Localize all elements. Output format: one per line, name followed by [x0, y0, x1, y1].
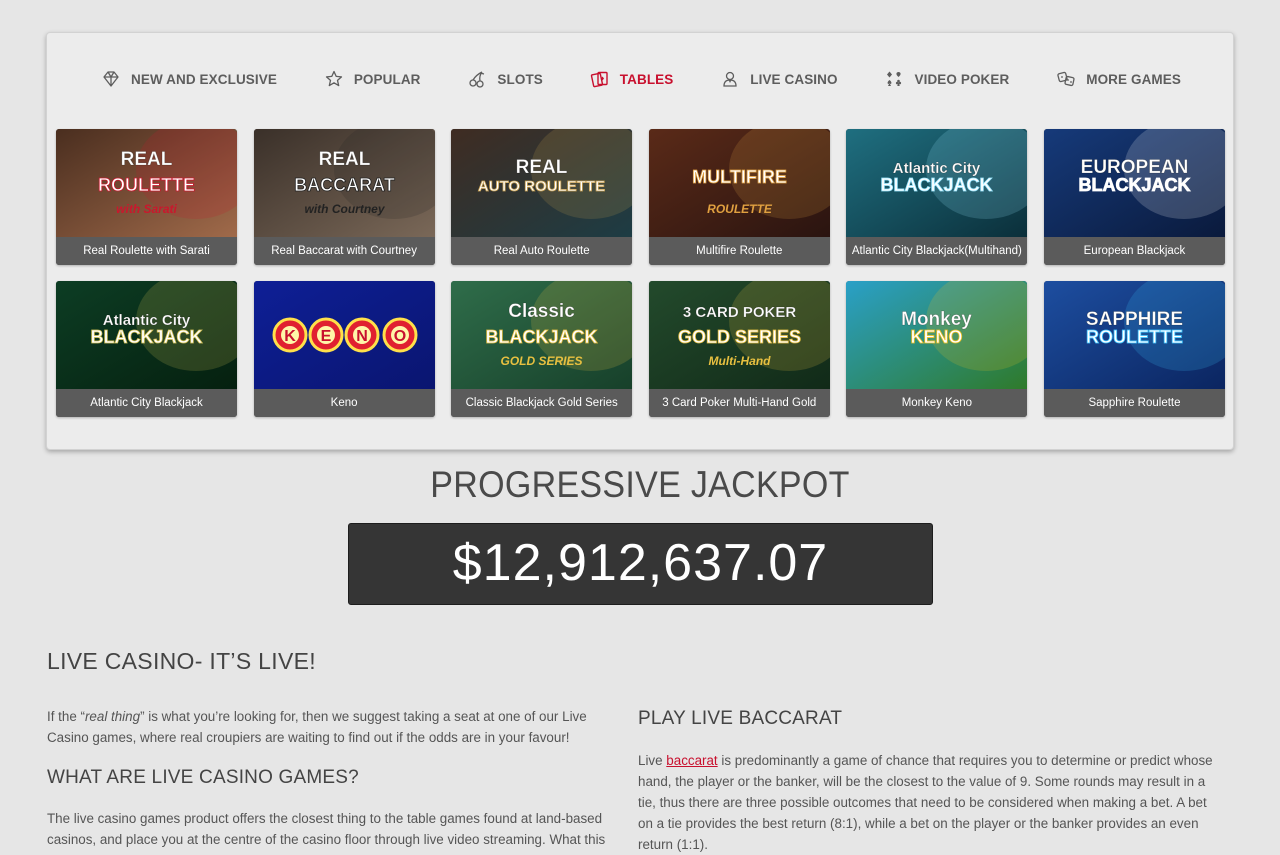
- svg-text:REAL: REAL: [121, 149, 173, 170]
- diamond-icon: [101, 69, 121, 89]
- live-casino-heading: LIVE CASINO- IT’S LIVE!: [47, 648, 316, 674]
- game-tile[interactable]: MULTIFIRE ROULETTE Multifire Roulette: [648, 129, 830, 265]
- game-title: Classic Blackjack Gold Series: [451, 389, 633, 417]
- game-thumbnail: Atlantic City BLACKJACK: [56, 281, 237, 389]
- svg-text:Multi-Hand: Multi-Hand: [708, 354, 771, 368]
- game-thumbnail: KENO: [253, 281, 435, 389]
- game-tile[interactable]: Classic BLACKJACK GOLD SERIES Classic Black…: [451, 281, 633, 417]
- nav-item-live-casino[interactable]: LIVE CASINO: [720, 69, 838, 89]
- baccarat-link[interactable]: baccarat: [666, 753, 717, 768]
- game-thumbnail: REAL BACCARAT with Courtney: [253, 129, 435, 237]
- jackpot-amount: $12,912,637.07: [348, 523, 933, 605]
- game-thumbnail: EUROPEAN BLACKJACK: [1043, 129, 1225, 237]
- game-tile[interactable]: Atlantic City BLACKJACK Atlantic City Blac…: [56, 281, 237, 417]
- nav-item-label: MORE GAMES: [1086, 71, 1181, 87]
- game-title: 3 Card Poker Multi-Hand Gold: [648, 389, 830, 417]
- game-title: European Blackjack: [1043, 237, 1225, 265]
- svg-text:BLACKJACK: BLACKJACK: [486, 327, 598, 347]
- what-are-live-casino-heading: WHAT ARE LIVE CASINO GAMES?: [47, 767, 359, 788]
- game-thumbnail: Classic BLACKJACK GOLD SERIES: [451, 281, 633, 389]
- game-category-panel: NEW AND EXCLUSIVE POPULAR SLOTS TABLES LIVE …: [46, 32, 1234, 450]
- game-thumbnail: REAL ROULETTE with Sarati: [56, 129, 237, 237]
- intro-paragraph: If the “real thing” is what you’re looki…: [47, 706, 607, 748]
- game-tile[interactable]: EUROPEAN BLACKJACK European Blackjack: [1043, 129, 1225, 265]
- game-thumbnail: Atlantic City BLACKJACK: [846, 129, 1028, 237]
- game-tile[interactable]: 3 CARD POKER GOLD SERIES Multi-Hand 3 Card …: [648, 281, 830, 417]
- baccarat-text-start: Live: [638, 753, 667, 768]
- star-icon: [324, 69, 344, 89]
- nav-item-label: POPULAR: [353, 71, 421, 87]
- svg-text:KENO: KENO: [911, 327, 963, 347]
- svg-text:ROULETTE: ROULETTE: [707, 202, 773, 216]
- svg-text:with Courtney: with Courtney: [304, 202, 385, 216]
- game-tile[interactable]: REAL ROULETTE with Sarati Real Roulette wit…: [56, 129, 237, 265]
- intro-text-start: If the “: [47, 709, 85, 724]
- nav-item-new-and-exclusive[interactable]: NEW AND EXCLUSIVE: [101, 69, 277, 89]
- baccarat-paragraph: Live baccarat is predominantly a game of…: [638, 750, 1218, 855]
- nav-item-label: VIDEO POKER: [914, 71, 1010, 87]
- game-tile[interactable]: REAL AUTO ROULETTE Real Auto Roulette: [451, 129, 633, 265]
- svg-text:GOLD SERIES: GOLD SERIES: [678, 327, 801, 347]
- game-tile[interactable]: K E N O Keno: [253, 281, 435, 417]
- dice-icon: [1056, 69, 1076, 89]
- game-thumbnail: Monkey KENO: [846, 281, 1028, 389]
- game-thumbnail: 3 CARD POKER GOLD SERIES Multi-Hand: [648, 281, 830, 389]
- dealer-icon: [720, 69, 740, 89]
- game-title: Keno: [253, 389, 435, 417]
- category-nav: NEW AND EXCLUSIVE POPULAR SLOTS TABLES LIVE …: [47, 61, 1233, 97]
- svg-text:AUTO ROULETTE: AUTO ROULETTE: [478, 178, 605, 195]
- svg-text:BACCARAT: BACCARAT: [294, 175, 395, 195]
- svg-text:N: N: [356, 328, 368, 345]
- game-thumbnail: SAPPHIRE ROULETTE: [1043, 281, 1225, 389]
- svg-text:GOLD SERIES: GOLD SERIES: [501, 354, 583, 368]
- svg-text:REAL: REAL: [318, 149, 370, 170]
- svg-text:MULTIFIRE: MULTIFIRE: [692, 167, 787, 187]
- cherries-icon: [467, 69, 487, 89]
- game-title: Monkey Keno: [846, 389, 1028, 417]
- game-title: Real Auto Roulette: [451, 237, 633, 265]
- intro-emphasis: real thing: [84, 709, 141, 724]
- svg-text:BLACKJACK: BLACKJACK: [881, 175, 993, 195]
- game-thumbnail: REAL AUTO ROULETTE: [451, 129, 633, 237]
- svg-text:K: K: [284, 328, 296, 345]
- nav-item-label: LIVE CASINO: [750, 71, 838, 87]
- right-column: PLAY LIVE BACCARAT Live baccarat is pred…: [638, 708, 1218, 855]
- nav-item-popular[interactable]: POPULAR: [324, 69, 421, 89]
- game-tile[interactable]: Monkey KENO Monkey Keno: [846, 281, 1028, 417]
- nav-item-video-poker[interactable]: VIDEO POKER: [884, 69, 1009, 89]
- game-thumbnail: MULTIFIRE ROULETTE: [648, 129, 830, 237]
- svg-text:O: O: [393, 328, 405, 345]
- svg-text:with Sarati: with Sarati: [116, 202, 177, 216]
- game-title: Multifire Roulette: [648, 237, 830, 265]
- game-title: Atlantic City Blackjack(Multihand): [846, 237, 1028, 265]
- nav-item-label: NEW AND EXCLUSIVE: [131, 71, 277, 87]
- svg-text:ROULETTE: ROULETTE: [98, 175, 195, 195]
- game-title: Atlantic City Blackjack: [56, 389, 237, 417]
- game-grid: REAL ROULETTE with Sarati Real Roulette wit…: [56, 129, 1225, 417]
- svg-text:3 CARD POKER: 3 CARD POKER: [683, 304, 797, 321]
- nav-item-more-games[interactable]: MORE GAMES: [1056, 69, 1181, 89]
- card-suits-icon: [884, 69, 904, 89]
- nav-item-label: SLOTS: [497, 71, 543, 87]
- game-title: Real Roulette with Sarati: [56, 237, 237, 265]
- nav-item-slots[interactable]: SLOTS: [467, 69, 543, 89]
- left-column: If the “real thing” is what you’re looki…: [47, 706, 607, 850]
- game-title: Real Baccarat with Courtney: [253, 237, 435, 265]
- svg-text:ROULETTE: ROULETTE: [1086, 327, 1183, 347]
- game-tile[interactable]: REAL BACCARAT with Courtney Real Baccarat w…: [253, 129, 435, 265]
- svg-text:REAL: REAL: [516, 157, 568, 178]
- svg-text:E: E: [320, 328, 331, 345]
- play-live-baccarat-heading: PLAY LIVE BACCARAT: [638, 708, 843, 729]
- game-tile[interactable]: SAPPHIRE ROULETTE Sapphire Roulette: [1043, 281, 1225, 417]
- cards-icon: [590, 69, 610, 89]
- nav-item-tables[interactable]: TABLES: [590, 69, 674, 89]
- baccarat-text-end: is predominantly a game of chance that r…: [638, 753, 1213, 852]
- jackpot-title: PROGRESSIVE JACKPOT: [430, 464, 850, 506]
- svg-text:Classic: Classic: [508, 301, 575, 322]
- nav-item-label: TABLES: [619, 71, 674, 87]
- svg-text:BLACKJACK: BLACKJACK: [91, 327, 203, 347]
- svg-text:BLACKJACK: BLACKJACK: [1078, 175, 1190, 195]
- game-tile[interactable]: Atlantic City BLACKJACK Atlantic City Blac…: [846, 129, 1028, 265]
- game-title: Sapphire Roulette: [1043, 389, 1225, 417]
